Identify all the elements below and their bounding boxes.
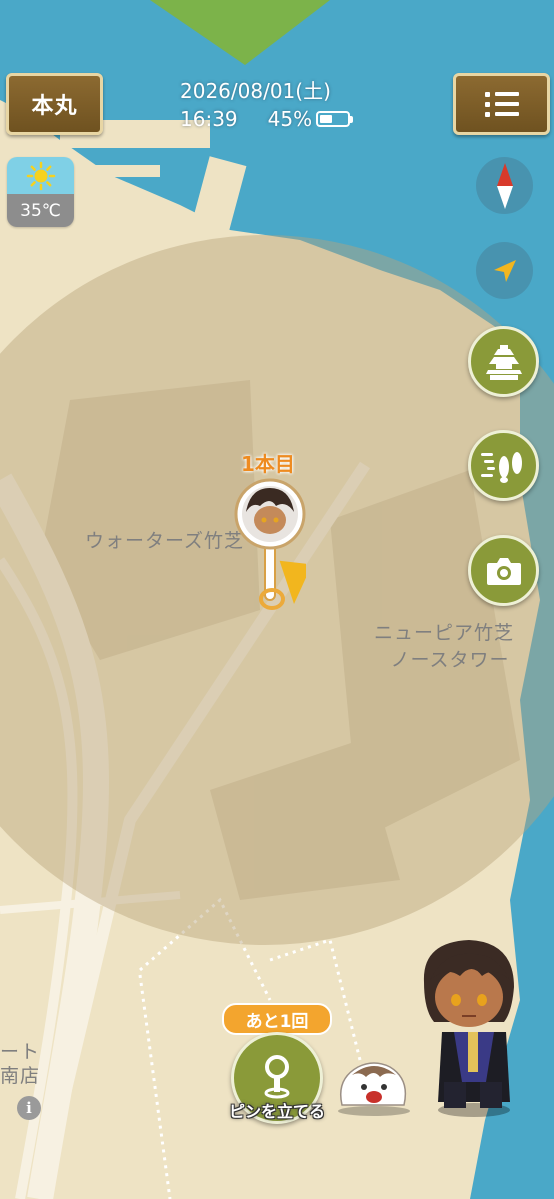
info-icon[interactable]: i: [17, 1096, 41, 1120]
map-label-waters-takeshiba: ウォーターズ竹芝: [85, 530, 245, 552]
camera-icon: [486, 557, 521, 585]
home-honmaru-button[interactable]: 本丸: [6, 73, 103, 135]
battery-percent-text: 45%: [267, 107, 313, 131]
battery-fill: [320, 115, 333, 123]
pin-count-label: 1本目: [241, 452, 295, 476]
mascot-bird: [338, 1062, 410, 1116]
footsteps-icon: [480, 451, 522, 483]
battery-icon: [316, 111, 354, 127]
menu-button[interactable]: [453, 73, 550, 135]
time-text: 16:39: [180, 107, 238, 131]
sun-icon: [7, 157, 74, 194]
castle-button[interactable]: [468, 326, 539, 397]
weather-widget: 35℃: [7, 157, 74, 227]
map-label-edge-line2: 南店: [0, 1065, 41, 1087]
menu-icon: [484, 91, 519, 117]
status-display: 2026/08/01(土) 16:39 45%: [180, 77, 370, 133]
castle-icon: [485, 344, 522, 380]
date-text: 2026/08/01(土): [180, 79, 331, 103]
map-label-edge: ート 南店: [0, 1040, 40, 1088]
navigation-arrow-icon: [493, 259, 516, 282]
compass-icon: [496, 162, 513, 209]
map-label-edge-line1: ート: [0, 1041, 41, 1063]
camera-button[interactable]: [468, 535, 539, 606]
character-figure: [423, 940, 514, 1117]
map-label-newpier: ニューピア竹芝 ノースタワー: [374, 618, 514, 672]
place-pin-label: ピンを立てる: [228, 1102, 325, 1121]
temperature-text: 35℃: [7, 194, 74, 227]
walk-button[interactable]: [468, 430, 539, 501]
map-label-newpier-line2: ノースタワー: [390, 649, 510, 671]
avatar-face: [254, 506, 286, 534]
compass-button[interactable]: [476, 157, 533, 214]
remaining-count-badge: あと1回: [222, 1003, 332, 1035]
map-label-newpier-line1: ニューピア竹芝: [374, 622, 515, 644]
pin-marker[interactable]: [232, 478, 306, 618]
locate-button[interactable]: [476, 242, 533, 299]
